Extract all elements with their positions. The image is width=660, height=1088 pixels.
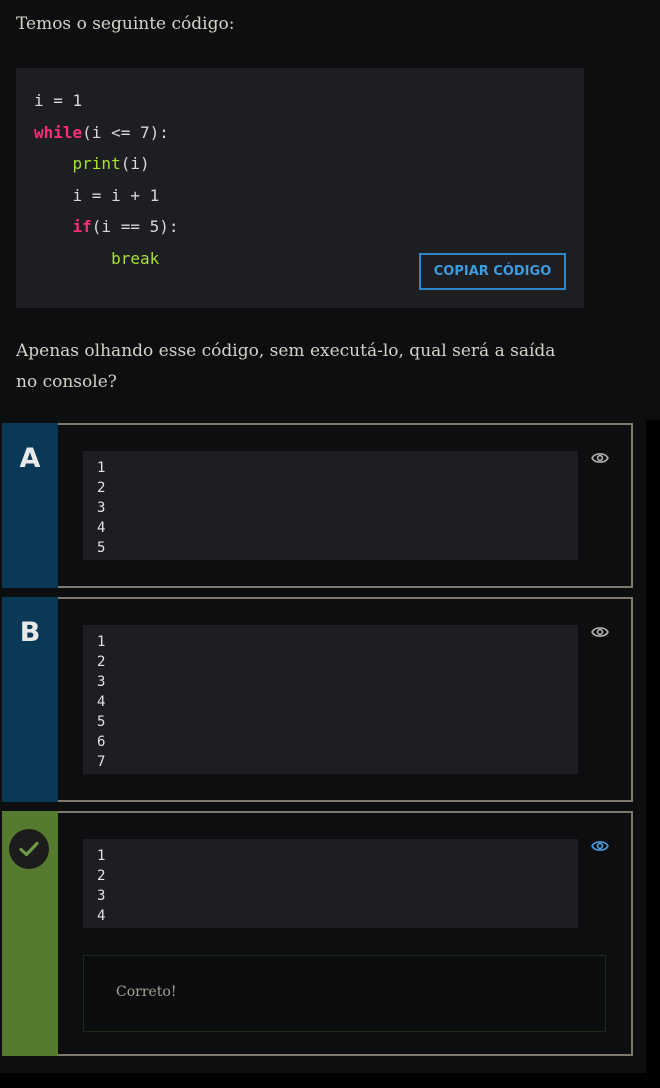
code-lines: i = 1 while(i <= 7): print(i) i = i + 1 i… bbox=[34, 90, 179, 279]
code-line: 4 bbox=[97, 694, 106, 710]
check-icon bbox=[9, 829, 49, 869]
code-line: 3 bbox=[97, 674, 106, 690]
function-name: break bbox=[111, 248, 160, 268]
function-name: print bbox=[72, 154, 121, 173]
code-line: 3 bbox=[97, 888, 106, 904]
code-line: 5 bbox=[97, 714, 106, 730]
code-line: i = i + 1 bbox=[72, 185, 160, 205]
option-letter-column: A bbox=[2, 423, 58, 588]
eye-icon[interactable] bbox=[591, 625, 609, 639]
code-line: 4 bbox=[97, 908, 106, 924]
intro-text: Temos o seguinte código: bbox=[16, 14, 235, 34]
code-line: break bbox=[34, 248, 179, 280]
code-line: 2 bbox=[97, 868, 106, 884]
code-line: 5 bbox=[97, 540, 106, 556]
option-c-correct[interactable]: 1 2 3 4 Correto! bbox=[2, 811, 633, 1056]
option-b[interactable]: B 1 2 3 4 5 6 7 bbox=[2, 597, 633, 802]
option-letter-column bbox=[2, 811, 58, 1056]
code-line: 1 bbox=[97, 634, 106, 650]
code-line: 4 bbox=[97, 520, 106, 536]
eye-icon[interactable] bbox=[591, 451, 609, 465]
code-line: i = 1 bbox=[34, 91, 83, 110]
code-line: while(i <= 7): bbox=[34, 122, 169, 142]
code-line: 1 bbox=[97, 460, 106, 476]
code-line: 3 bbox=[97, 500, 106, 516]
code-line: 6 bbox=[97, 734, 106, 750]
copy-code-button[interactable]: COPIAR CÓDIGO bbox=[419, 253, 566, 290]
code-block: i = 1 while(i <= 7): print(i) i = i + 1 i… bbox=[16, 68, 584, 308]
question-content: Temos o seguinte código: i = 1 while(i <=… bbox=[0, 0, 660, 420]
option-code: 1 2 3 4 5 6 7 bbox=[83, 625, 578, 774]
option-code: 1 2 3 4 bbox=[83, 839, 578, 928]
option-letter: A bbox=[19, 443, 41, 474]
option-a[interactable]: A 1 2 3 4 5 bbox=[2, 423, 633, 588]
option-letter-column: B bbox=[2, 597, 58, 802]
code-line: print(i) bbox=[72, 154, 150, 173]
keyword: while bbox=[34, 122, 83, 142]
code-line: 1 bbox=[97, 848, 106, 864]
eye-icon[interactable] bbox=[591, 839, 609, 853]
answer-options: A 1 2 3 4 5 B 1 2 3 4 5 6 7 1 2 3 4 Corr… bbox=[0, 420, 646, 1073]
feedback-text: Correto! bbox=[116, 984, 177, 1000]
code-line: 7 bbox=[97, 754, 106, 770]
question-text: Apenas olhando esse código, sem executá-… bbox=[16, 341, 556, 392]
code-line: 2 bbox=[97, 480, 106, 496]
code-line: if(i == 5): bbox=[72, 217, 179, 236]
option-code: 1 2 3 4 5 bbox=[83, 451, 578, 560]
option-letter: B bbox=[19, 617, 41, 648]
code-line: 2 bbox=[97, 654, 106, 670]
keyword: if bbox=[72, 217, 92, 236]
feedback-box: Correto! bbox=[83, 955, 606, 1032]
